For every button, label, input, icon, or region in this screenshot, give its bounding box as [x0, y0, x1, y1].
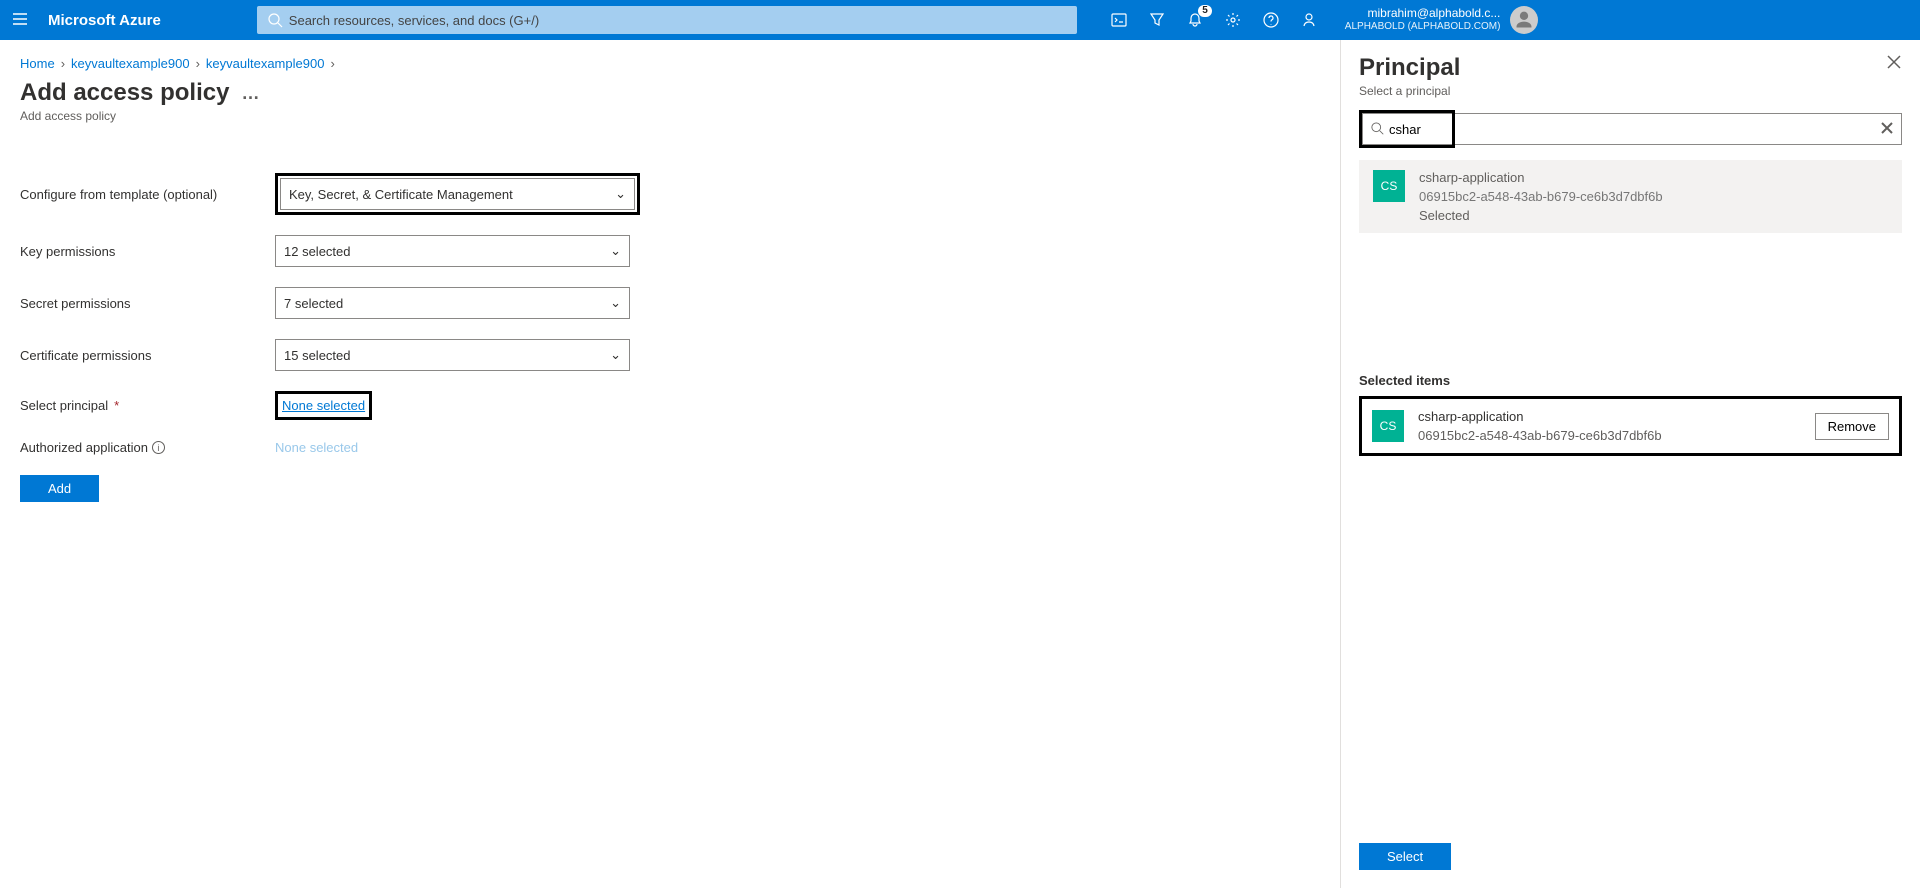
principal-tile-icon: CS: [1372, 410, 1404, 442]
remove-button[interactable]: Remove: [1815, 413, 1889, 440]
template-dropdown[interactable]: Key, Secret, & Certificate Management ⌄: [280, 178, 635, 210]
result-name: csharp-application: [1419, 170, 1663, 185]
user-tenant: ALPHABOLD (ALPHABOLD.COM): [1345, 20, 1501, 34]
select-principal-label: Select principal*: [20, 398, 275, 413]
cert-permissions-dropdown[interactable]: 15 selected ⌄: [275, 339, 630, 371]
page-title-text: Add access policy: [20, 79, 229, 107]
settings-icon[interactable]: [1221, 8, 1245, 32]
breadcrumb-home[interactable]: Home: [20, 56, 55, 71]
user-account[interactable]: mibrahim@alphabold.c... ALPHABOLD (ALPHA…: [1345, 6, 1539, 34]
cloudshell-icon[interactable]: [1107, 8, 1131, 32]
select-principal-link[interactable]: None selected: [282, 398, 365, 413]
template-label: Configure from template (optional): [20, 187, 275, 202]
search-icon: [267, 12, 283, 28]
authorized-app-link: None selected: [275, 440, 358, 455]
hamburger-icon[interactable]: [12, 11, 28, 30]
user-email: mibrahim@alphabold.c...: [1345, 6, 1501, 20]
breadcrumb-item[interactable]: keyvaultexample900: [71, 56, 190, 71]
key-permissions-label: Key permissions: [20, 244, 275, 259]
secret-permissions-label: Secret permissions: [20, 296, 275, 311]
chevron-down-icon: ⌄: [610, 295, 621, 311]
template-value: Key, Secret, & Certificate Management: [289, 187, 513, 202]
principal-search-input[interactable]: [1385, 122, 1444, 137]
notifications-badge: 5: [1198, 5, 1212, 17]
panel-subtitle: Select a principal: [1359, 84, 1460, 98]
chevron-down-icon: ⌄: [610, 243, 621, 259]
notifications-icon[interactable]: 5: [1183, 8, 1207, 32]
header-icons: 5: [1107, 8, 1321, 32]
chevron-right-icon: ›: [196, 56, 200, 71]
brand-label[interactable]: Microsoft Azure: [48, 12, 161, 29]
select-button[interactable]: Select: [1359, 843, 1451, 870]
chevron-right-icon: ›: [61, 56, 65, 71]
key-permissions-value: 12 selected: [284, 244, 351, 259]
authorized-app-label: Authorized application i: [20, 440, 275, 455]
chevron-down-icon: ⌄: [610, 347, 621, 363]
cert-permissions-value: 15 selected: [284, 348, 351, 363]
breadcrumb: Home › keyvaultexample900 › keyvaultexam…: [20, 56, 1320, 71]
add-button[interactable]: Add: [20, 475, 99, 502]
breadcrumb-item[interactable]: keyvaultexample900: [206, 56, 325, 71]
cert-permissions-label: Certificate permissions: [20, 348, 275, 363]
result-status: Selected: [1419, 208, 1663, 223]
global-search[interactable]: [257, 6, 1077, 34]
directory-filter-icon[interactable]: [1145, 8, 1169, 32]
secret-permissions-value: 7 selected: [284, 296, 343, 311]
help-icon[interactable]: [1259, 8, 1283, 32]
search-icon: [1371, 122, 1385, 136]
principal-panel: Principal Select a principal: [1340, 40, 1920, 888]
more-actions-icon[interactable]: …: [241, 83, 259, 104]
result-id: 06915bc2-a548-43ab-b679-ce6b3d7dbf6b: [1419, 189, 1663, 204]
info-icon[interactable]: i: [152, 441, 165, 454]
global-search-input[interactable]: [283, 13, 1067, 28]
selected-items-header: Selected items: [1359, 373, 1902, 388]
main-area: Home › keyvaultexample900 › keyvaultexam…: [0, 40, 1340, 888]
key-permissions-dropdown[interactable]: 12 selected ⌄: [275, 235, 630, 267]
selected-id: 06915bc2-a548-43ab-b679-ce6b3d7dbf6b: [1418, 428, 1662, 443]
secret-permissions-dropdown[interactable]: 7 selected ⌄: [275, 287, 630, 319]
search-result-item[interactable]: CS csharp-application 06915bc2-a548-43ab…: [1359, 160, 1902, 233]
page-subtitle: Add access policy: [20, 109, 1320, 123]
global-header: Microsoft Azure 5 mibrahim@alphabold.c..…: [0, 0, 1920, 40]
chevron-down-icon: ⌄: [615, 186, 626, 202]
avatar[interactable]: [1510, 6, 1538, 34]
feedback-icon[interactable]: [1297, 8, 1321, 32]
page-title: Add access policy …: [20, 79, 1320, 107]
principal-tile-icon: CS: [1373, 170, 1405, 202]
selected-item-row: CS csharp-application 06915bc2-a548-43ab…: [1359, 396, 1902, 456]
panel-title: Principal: [1359, 54, 1460, 82]
selected-name: csharp-application: [1418, 409, 1662, 424]
clear-icon[interactable]: [1881, 122, 1893, 137]
chevron-right-icon: ›: [330, 56, 334, 71]
close-icon[interactable]: [1886, 54, 1902, 73]
